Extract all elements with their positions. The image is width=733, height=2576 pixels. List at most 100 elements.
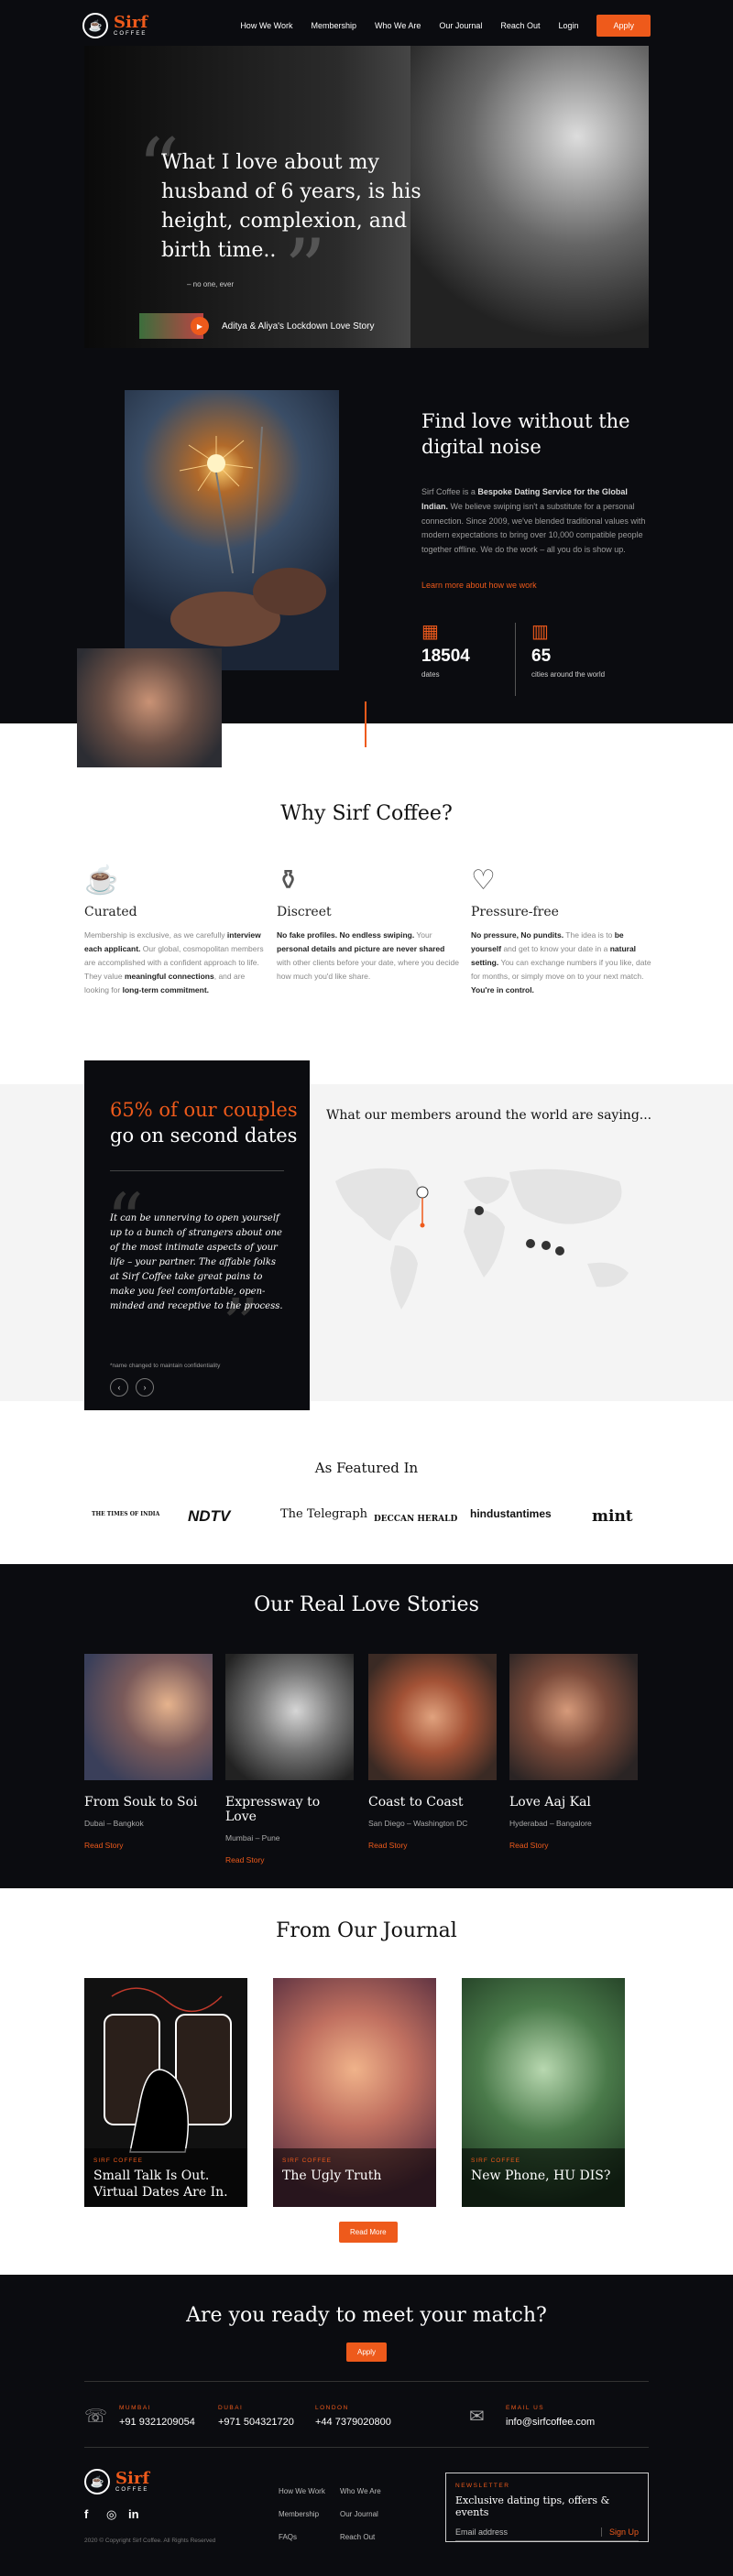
story-photo[interactable] xyxy=(84,1654,213,1780)
coffee-cup-icon: ☕ xyxy=(84,865,119,896)
footer-logo[interactable]: ☕ Sirf COFFEE xyxy=(84,2469,149,2494)
contact-london: LONDON +44 7379020800 xyxy=(315,2405,391,2428)
journal-overlay: SIRF COFFEE Small Talk Is Out. Virtual D… xyxy=(84,2148,247,2207)
nav-login[interactable]: Login xyxy=(558,21,578,30)
journal-title-text[interactable]: New Phone, HU DIS? xyxy=(471,2168,616,2184)
press-logo-deccan-herald: DECCAN HERALD xyxy=(374,1515,458,1524)
journal-title-text[interactable]: Small Talk Is Out. Virtual Dates Are In. xyxy=(93,2168,238,2201)
journal-card[interactable]: SIRF COFFEE Small Talk Is Out. Virtual D… xyxy=(84,1978,247,2207)
story-photo[interactable] xyxy=(225,1654,354,1780)
featured-title: As Featured In xyxy=(314,1460,419,1476)
nav-how-we-work[interactable]: How We Work xyxy=(240,21,292,30)
footer-link-membership[interactable]: Membership xyxy=(279,2510,319,2518)
prev-arrow-icon[interactable]: ‹ xyxy=(110,1378,128,1397)
contact-mumbai: MUMBAI +91 9321209054 xyxy=(119,2405,195,2428)
footer-link-reach-out[interactable]: Reach Out xyxy=(340,2533,375,2541)
facebook-icon[interactable]: f xyxy=(84,2507,88,2521)
instagram-icon[interactable]: ◎ xyxy=(106,2507,116,2522)
contact-dubai: DUBAI +971 504321720 xyxy=(218,2405,294,2428)
feature-title: Discreet xyxy=(277,905,332,919)
accent-line xyxy=(365,701,366,747)
stat-cities: ▥ 65 cities around the world xyxy=(531,623,605,679)
cta-apply-button[interactable]: Apply xyxy=(346,2342,388,2362)
why-title: Why Sirf Coffee? xyxy=(280,802,453,825)
journal-title-text[interactable]: The Ugly Truth xyxy=(282,2168,427,2184)
header-nav: ☕ Sirf COFFEE How We Work Membership Who… xyxy=(82,7,651,44)
press-logo-telegraph: The Telegraph xyxy=(280,1507,368,1521)
feature-discreet: ⚱ Discreet No fake profiles. No endless … xyxy=(277,864,460,984)
journal-overlay: SIRF COFFEE New Phone, HU DIS? xyxy=(462,2148,625,2207)
read-story-link[interactable]: Read Story xyxy=(225,1855,354,1864)
stat-dates: ▦ 18504 dates xyxy=(421,623,470,679)
stories-title: Our Real Love Stories xyxy=(254,1593,479,1616)
video-thumbnail[interactable]: ▶ xyxy=(139,313,209,339)
next-arrow-icon[interactable]: › xyxy=(136,1378,154,1397)
footer-link-our-journal[interactable]: Our Journal xyxy=(340,2510,378,2518)
nav-our-journal[interactable]: Our Journal xyxy=(439,21,482,30)
nav-who-we-are[interactable]: Who We Are xyxy=(375,21,421,30)
journal-card[interactable]: SIRF COFFEE The Ugly Truth xyxy=(273,1978,436,2207)
contact-phone[interactable]: +971 504321720 xyxy=(218,2417,294,2428)
story-card[interactable]: Expressway to Love Mumbai – Pune Read St… xyxy=(225,1654,354,1864)
logo-word: Sirf xyxy=(114,13,148,32)
confidentiality-note: *name changed to maintain confidentialit… xyxy=(110,1363,221,1369)
video-title[interactable]: Aditya & Aliya's Lockdown Love Story xyxy=(222,321,374,332)
logo[interactable]: ☕ Sirf COFFEE xyxy=(82,13,148,38)
feature-curated: ☕ Curated Membership is exclusive, as we… xyxy=(84,864,268,996)
copyright: 2020 © Copyright Sirf Coffee. All Rights… xyxy=(84,2538,216,2544)
story-photo[interactable] xyxy=(509,1654,638,1780)
signup-button[interactable]: Sign Up xyxy=(600,2527,639,2537)
contact-phone[interactable]: +91 9321209054 xyxy=(119,2417,195,2428)
read-more-button[interactable]: Read More xyxy=(339,2222,398,2243)
story-title[interactable]: Coast to Coast xyxy=(368,1795,497,1810)
press-logo-hindustan-times: hindustantimes xyxy=(470,1507,552,1520)
journal-brand: SIRF COFFEE xyxy=(282,2158,332,2164)
stat-label: dates xyxy=(421,670,440,679)
feature-text: No pressure, No pundits. The idea is to … xyxy=(471,930,651,995)
story-card[interactable]: Love Aaj Kal Hyderabad – Bangalore Read … xyxy=(509,1654,638,1850)
linkedin-icon[interactable]: in xyxy=(128,2507,139,2521)
press-logo-mint: mint xyxy=(592,1507,633,1526)
read-story-link[interactable]: Read Story xyxy=(509,1841,638,1850)
phone-icon: ☏ xyxy=(84,2407,108,2427)
contact-phone[interactable]: +44 7379020800 xyxy=(315,2417,391,2428)
story-card[interactable]: From Souk to Soi Dubai – Bangkok Read St… xyxy=(84,1654,213,1850)
story-title[interactable]: Love Aaj Kal xyxy=(509,1795,638,1810)
story-title[interactable]: Expressway to Love xyxy=(225,1795,354,1824)
hero-quote: What I love about my husband of 6 years,… xyxy=(161,151,421,262)
intro-title: Find love without the digital noise xyxy=(421,410,630,459)
testimonial-quote: It can be unnerving to open yourself up … xyxy=(110,1213,283,1311)
journal-card[interactable]: SIRF COFFEE New Phone, HU DIS? xyxy=(462,1978,625,2207)
stat-value: 65 xyxy=(531,647,552,666)
play-icon[interactable]: ▶ xyxy=(191,317,209,335)
nav-reach-out[interactable]: Reach Out xyxy=(500,21,540,30)
world-map xyxy=(335,1168,629,1310)
calendar-icon: ▦ xyxy=(421,622,439,642)
story-location: Mumbai – Pune xyxy=(225,1833,280,1842)
video-link[interactable]: ▶ Aditya & Aliya's Lockdown Love Story xyxy=(139,313,374,339)
stat-label: cities around the world xyxy=(531,670,606,679)
story-title[interactable]: From Souk to Soi xyxy=(84,1795,213,1810)
feature-title: Curated xyxy=(84,905,137,919)
story-card[interactable]: Coast to Coast San Diego – Washington DC… xyxy=(368,1654,497,1850)
read-story-link[interactable]: Read Story xyxy=(84,1841,213,1850)
footer-link-who-we-are[interactable]: Who We Are xyxy=(340,2487,381,2495)
journal-brand: SIRF COFFEE xyxy=(93,2158,143,2164)
feature-pressure-free: ♡ Pressure-free No pressure, No pundits.… xyxy=(471,864,654,996)
footer-link-how-we-work[interactable]: How We Work xyxy=(279,2487,325,2495)
learn-more-link[interactable]: Learn more about how we work xyxy=(421,581,537,590)
read-story-link[interactable]: Read Story xyxy=(368,1841,497,1850)
nav-membership[interactable]: Membership xyxy=(312,21,357,30)
newsletter-label: NEWSLETTER xyxy=(455,2483,510,2489)
story-photo[interactable] xyxy=(368,1654,497,1780)
contact-email-address[interactable]: info@sirfcoffee.com xyxy=(506,2417,595,2428)
journal-overlay: SIRF COFFEE The Ugly Truth xyxy=(273,2148,436,2207)
feature-text: No fake profiles. No endless swiping. Yo… xyxy=(277,930,459,981)
newsletter-email-input[interactable] xyxy=(455,2527,601,2537)
footer-link-faqs[interactable]: FAQs xyxy=(279,2533,297,2541)
cta-title: Are you ready to meet your match? xyxy=(186,2304,547,2327)
cafe-icon: ⚱ xyxy=(277,865,301,896)
newsletter-box: NEWSLETTER Exclusive dating tips, offers… xyxy=(445,2473,649,2542)
sparkler-graphic xyxy=(170,426,326,647)
apply-button[interactable]: Apply xyxy=(596,15,651,37)
